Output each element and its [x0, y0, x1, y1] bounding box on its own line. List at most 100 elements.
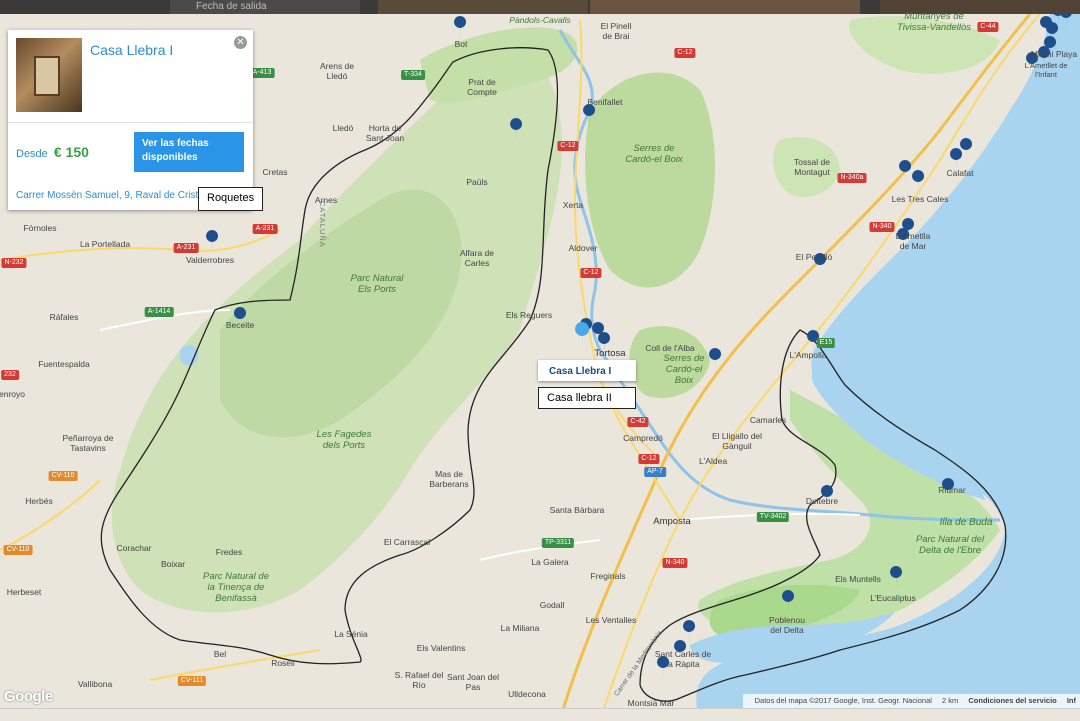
road-shield: N-340 [869, 222, 895, 232]
label-fagedes: Les Fagedes dels Ports [316, 429, 372, 451]
label-corachar: Corachar [116, 543, 152, 553]
label-valentins: Els Valentins [416, 643, 466, 653]
road-shield: 232 [1, 370, 19, 380]
terms-link[interactable]: Condiciones del servicio [968, 696, 1056, 705]
road-shield: A-231 [252, 224, 278, 234]
label-miami: Miami Playa [1030, 49, 1078, 59]
label-parctinenca: Parc Natural de la Tinença de Benifassà [202, 571, 269, 604]
label-santabarbara: Santa Bàrbara [549, 505, 605, 515]
road-shield: CV-110 [3, 545, 33, 555]
label-calafat: Calafat [946, 168, 974, 178]
label-herbes: Herbés [25, 496, 53, 506]
label-pinell: El Pinell de Brai [600, 21, 632, 41]
listing-address: Carrer Mossèn Samuel, 9, Raval de Cristo… [16, 190, 207, 201]
road-shield: A-1414 [144, 307, 174, 317]
marker-tooltip[interactable]: Casa Llebra I [538, 360, 636, 381]
label-prat: Prat de Compte [467, 77, 497, 97]
road-shield: C-12 [580, 268, 602, 278]
label-enroyo: enroyo [0, 389, 25, 399]
label-beceite: Beceite [225, 320, 255, 330]
scale-label: 2 km [942, 696, 959, 705]
label-cataluna: CATALUÑA [317, 200, 327, 248]
label-ampolla: L'Ampolla [789, 350, 827, 360]
road-shield: C-42 [627, 417, 649, 427]
label-campredo: Campredó [623, 433, 663, 443]
label-alfara: Alfara de Carles [459, 248, 495, 268]
road-shield: TV-3402 [756, 512, 790, 522]
label-godall: Godall [539, 600, 565, 610]
label-riumar: Riumar [938, 485, 966, 495]
tooltip-title[interactable]: Casa Llebra I [538, 360, 636, 381]
label-rosell: Rosell [271, 658, 295, 668]
label-parcports: Parc Natural Els Ports [350, 273, 404, 295]
label-portellada: La Portellada [79, 239, 131, 249]
label-aldover: Aldover [568, 243, 598, 253]
label-illabuda: Illa de Buda [939, 517, 993, 528]
road-shield: N-340 [662, 558, 688, 568]
road-shield: N-340a [837, 173, 867, 183]
label-eucaliptus: L'Eucaliptus [870, 593, 916, 603]
label-xerta: Xerta [562, 200, 584, 210]
road-shield: CV-111 [177, 676, 207, 686]
label-srafael: S. Rafael del Río [394, 670, 444, 690]
label-tossal: Tossal de Montagut [794, 157, 830, 177]
label-lledo: Lledó [332, 123, 354, 133]
label-lligallo: El Lligallo del Gànguil [711, 431, 763, 451]
label-pauls: Paüls [466, 177, 488, 187]
date-label: Fecha de salida [196, 1, 267, 12]
label-aldea: L'Aldea [698, 456, 728, 466]
listing-card[interactable]: Casa Llebra I ✕ Desde € 150 Ver las fech… [8, 30, 253, 210]
road-shield: N-232 [1, 258, 27, 268]
close-icon[interactable]: ✕ [234, 36, 247, 49]
label-ametlla: L'Ametlla de Mar [895, 231, 931, 251]
label-ulldecona: Ulldecona [508, 689, 546, 699]
label-ametllet: L'Ametllet de l'Infant [1024, 61, 1068, 79]
label-benifallet: Benifallet [587, 97, 623, 107]
road-shield: E15 [816, 338, 836, 348]
label-serres-2: Serres de Cardó-el Boix [663, 353, 705, 386]
road-shield: A-231 [173, 243, 199, 253]
road-shield: C-12 [638, 454, 660, 464]
attribution-data: Datos del mapa ©2017 Google, Inst. Geogr… [754, 696, 932, 705]
label-perello: El Perelló [795, 252, 833, 262]
label-pandols: Pàndols-Cavalls [509, 15, 571, 25]
road-shield: T-334 [401, 70, 425, 80]
label-regueres: Els Reguers [505, 310, 553, 320]
label-santcarles: Sant Carles de la Ràpita [654, 649, 712, 669]
listing-photo[interactable] [16, 38, 82, 112]
info-link[interactable]: Inf [1067, 696, 1076, 705]
label-rafales: Ráfales [49, 312, 79, 322]
label-serres-1: Serres de Cardó-el Boix [625, 143, 683, 165]
label-ventalles: Les Ventalles [585, 615, 637, 625]
label-amposta: Amposta [653, 516, 691, 527]
price-value: € 150 [53, 144, 89, 160]
cluster-marker [234, 307, 246, 319]
label-masdebarberans: Mas de Barberans [429, 469, 469, 489]
label-deltebre: Deltebre [805, 496, 839, 506]
availability-button[interactable]: Ver las fechas disponibles [134, 132, 244, 172]
price-prefix: Desde [16, 148, 48, 160]
callout-casa-llebra-2: Casa llebra II [538, 387, 636, 409]
road-shield: C-12 [557, 141, 579, 151]
label-arens: Arens de Lledó [319, 61, 355, 81]
callout-roquetes: Roquetes [198, 187, 264, 211]
label-cretas: Cretas [262, 167, 288, 177]
label-galera: La Galera [531, 557, 569, 567]
label-trescales: Les Tres Cales [891, 194, 949, 204]
label-poblenou: Poblenou del Delta [769, 615, 805, 635]
label-bot: Bot [454, 39, 468, 49]
label-valderrobres: Valderrobres [185, 255, 235, 265]
bottom-bar [0, 708, 1080, 721]
listing-title[interactable]: Casa Llebra I [90, 42, 173, 58]
road-shield: CV-110 [48, 471, 78, 481]
label-miliana: La Miliana [500, 623, 540, 633]
road-shield: AP-7 [644, 467, 666, 477]
label-fredes: Fredes [215, 547, 243, 557]
card-divider [8, 122, 253, 123]
label-herbeset: Herbeset [6, 587, 42, 597]
label-penarroya: Peñarroya de Tastavins [62, 433, 114, 453]
label-freginals: Freginals [590, 571, 626, 581]
road-shield: TP-3311 [541, 538, 575, 548]
label-muntells: Els Muntells [835, 574, 881, 584]
label-vallibona: Vallibona [77, 679, 113, 689]
